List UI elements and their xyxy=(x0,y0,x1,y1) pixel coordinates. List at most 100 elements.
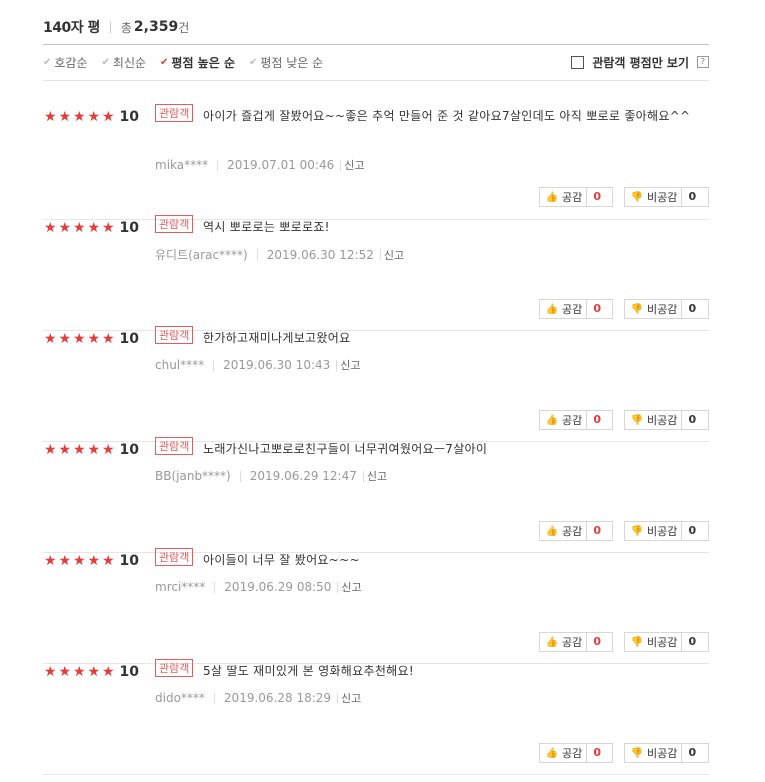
rating-stars: ★ ★ ★ ★ ★ 10 xyxy=(43,442,139,458)
like-button[interactable]: 👍 공감 0 xyxy=(539,410,613,430)
dislike-button[interactable]: 👎 비공감 0 xyxy=(624,299,709,319)
review-meta: dido**** 2019.06.28 18:29 신고 xyxy=(155,690,361,706)
report-link[interactable]: 신고 xyxy=(367,468,387,484)
review-user[interactable]: chul**** xyxy=(155,358,204,372)
review-item: ★ ★ ★ ★ ★ 10 관람객 아이들이 너무 잘 봤어요~~~ mrci**** 2019.0… xyxy=(43,548,709,664)
help-icon[interactable]: ? xyxy=(697,56,709,68)
rating-star-icon: ★ xyxy=(101,442,115,458)
header-underline xyxy=(43,44,709,45)
rating-star-icon: ★ xyxy=(72,331,86,347)
dislike-button[interactable]: 👎 비공감 0 xyxy=(624,521,709,541)
rating-star-icon: ★ xyxy=(43,553,57,569)
dislike-count: 0 xyxy=(681,744,702,762)
dislike-label: 비공감 xyxy=(647,191,678,204)
review-item: ★ ★ ★ ★ ★ 10 관람객 아이가 즐겁게 잘봤어요~~좋은 추억 만들어 준 것 같아… xyxy=(43,104,709,220)
thumbs-down-icon: 👎 xyxy=(630,525,644,537)
sort-option-latest[interactable]: ✔ 최신순 xyxy=(102,54,147,71)
sort-option-rating-low[interactable]: ✔ 평점 낮은 순 xyxy=(249,54,323,71)
review-date: 2019.06.29 12:47 xyxy=(249,469,357,483)
header-divider xyxy=(109,21,111,33)
dislike-label: 비공감 xyxy=(647,303,678,316)
report-link[interactable]: 신고 xyxy=(341,579,361,595)
like-label: 공감 xyxy=(562,636,583,649)
thumbs-up-icon: 👍 xyxy=(545,525,559,537)
thumbs-up-icon: 👍 xyxy=(545,747,559,759)
dislike-button[interactable]: 👎 비공감 0 xyxy=(624,187,709,207)
dislike-label: 비공감 xyxy=(647,414,678,427)
review-user[interactable]: mrci**** xyxy=(155,580,205,594)
rating-stars: ★ ★ ★ ★ ★ 10 xyxy=(43,109,139,125)
review-user[interactable]: dido**** xyxy=(155,691,205,705)
audience-only-label[interactable]: 관람객 평점만 보기 xyxy=(592,54,689,71)
like-button[interactable]: 👍 공감 0 xyxy=(539,299,613,319)
review-item: ★ ★ ★ ★ ★ 10 관람객 노래가신나고뽀로로친구들이 너무귀여웠어요ㅡ7살아이 BB(j… xyxy=(43,437,709,553)
meta-divider xyxy=(340,159,342,171)
review-user[interactable]: mika**** xyxy=(155,158,208,172)
rating-score: 10 xyxy=(119,664,139,680)
audience-badge: 관람객 xyxy=(155,548,194,566)
rating-star-icon: ★ xyxy=(58,109,72,125)
review-text: 한가하고재미나게보고왔어요 xyxy=(203,331,351,345)
dislike-label: 비공감 xyxy=(647,525,678,538)
sort-option-label: 평점 낮은 순 xyxy=(260,55,324,70)
like-button[interactable]: 👍 공감 0 xyxy=(539,521,613,541)
like-count: 0 xyxy=(586,188,607,206)
like-count: 0 xyxy=(586,633,607,651)
review-item: ★ ★ ★ ★ ★ 10 관람객 한가하고재미나게보고왔어요 chul**** 2019.06.3… xyxy=(43,326,709,442)
rating-star-icon: ★ xyxy=(72,220,86,236)
dislike-button[interactable]: 👎 비공감 0 xyxy=(624,410,709,430)
total-count: 2,359 xyxy=(133,19,179,35)
review-text: 아이들이 너무 잘 봤어요~~~ xyxy=(203,553,360,567)
rating-star-icon: ★ xyxy=(43,442,57,458)
dislike-button[interactable]: 👎 비공감 0 xyxy=(624,632,709,652)
rating-star-icon: ★ xyxy=(101,220,115,236)
report-link[interactable]: 신고 xyxy=(340,357,360,373)
dislike-count: 0 xyxy=(681,522,702,540)
thumbs-up-icon: 👍 xyxy=(545,414,559,426)
rating-star-icon: ★ xyxy=(43,664,57,680)
like-label: 공감 xyxy=(562,303,583,316)
thumbs-down-icon: 👎 xyxy=(630,636,644,648)
audience-badge: 관람객 xyxy=(155,437,194,455)
like-button[interactable]: 👍 공감 0 xyxy=(539,743,613,763)
review-user[interactable]: BB(janb****) xyxy=(155,469,231,483)
like-button[interactable]: 👍 공감 0 xyxy=(539,187,613,207)
like-count: 0 xyxy=(586,744,607,762)
rating-star-icon: ★ xyxy=(58,664,72,680)
like-label: 공감 xyxy=(562,525,583,538)
meta-divider xyxy=(337,692,339,704)
audience-badge: 관람객 xyxy=(155,215,194,233)
review-meta: 유디트(arac****) 2019.06.30 12:52 신고 xyxy=(155,246,404,263)
report-link[interactable]: 신고 xyxy=(344,157,364,173)
like-button[interactable]: 👍 공감 0 xyxy=(539,632,613,652)
sort-underline xyxy=(43,80,709,81)
rating-star-icon: ★ xyxy=(87,442,101,458)
sort-option-rating-high[interactable]: ✔ 평점 높은 순 xyxy=(160,54,235,71)
rating-star-icon: ★ xyxy=(58,331,72,347)
rating-star-icon: ★ xyxy=(43,331,57,347)
rating-star-icon: ★ xyxy=(101,109,115,125)
review-meta: mrci**** 2019.06.29 08:50 신고 xyxy=(155,579,362,595)
review-user[interactable]: 유디트(arac****) xyxy=(155,246,248,263)
thumbs-down-icon: 👎 xyxy=(630,747,644,759)
sort-option-likes[interactable]: ✔ 호감순 xyxy=(43,54,88,71)
rating-star-icon: ★ xyxy=(58,220,72,236)
thumbs-down-icon: 👎 xyxy=(630,303,644,315)
review-item: ★ ★ ★ ★ ★ 10 관람객 역시 뽀로로는 뽀로로죠! 유디트(arac****) 2019… xyxy=(43,215,709,331)
audience-only-checkbox[interactable] xyxy=(571,55,585,69)
sort-option-label: 호감순 xyxy=(54,55,88,70)
review-header: 140자 평 총 2,359 건 xyxy=(43,14,709,40)
rating-star-icon: ★ xyxy=(87,109,101,125)
vote-buttons: 👍 공감 0 👎 비공감 0 xyxy=(539,521,709,541)
section-title: 140자 평 xyxy=(43,20,100,36)
review-text: 5살 딸도 재미있게 본 영화해요추천해요! xyxy=(203,664,414,678)
rating-score: 10 xyxy=(119,220,139,236)
dislike-button[interactable]: 👎 비공감 0 xyxy=(624,743,709,763)
rating-star-icon: ★ xyxy=(101,553,115,569)
review-date: 2019.07.01 00:46 xyxy=(227,158,335,172)
rating-star-icon: ★ xyxy=(58,442,72,458)
rating-star-icon: ★ xyxy=(72,442,86,458)
report-link[interactable]: 신고 xyxy=(384,247,404,263)
dislike-count: 0 xyxy=(681,411,702,429)
report-link[interactable]: 신고 xyxy=(341,690,361,706)
